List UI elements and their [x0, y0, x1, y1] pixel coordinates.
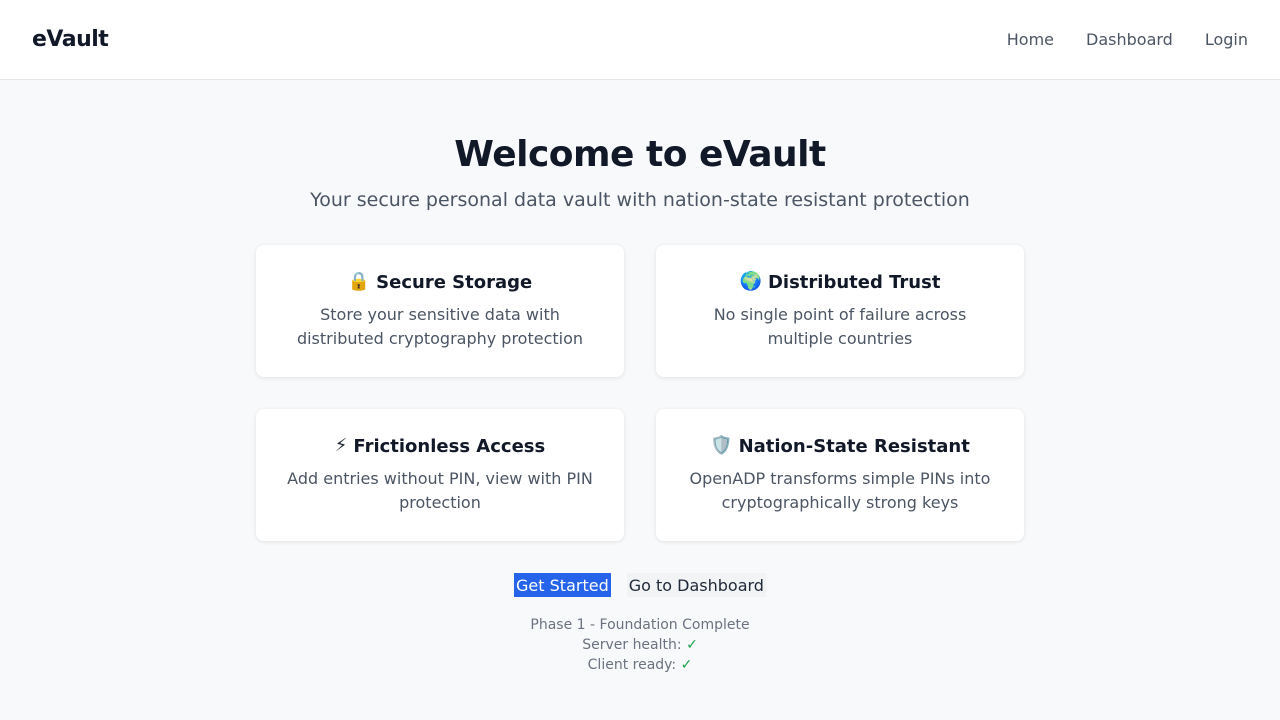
feature-description: Add entries without PIN, view with PIN p… — [287, 469, 593, 512]
feature-title: Secure Storage — [376, 271, 533, 293]
feature-title: Frictionless Access — [353, 435, 546, 457]
phase-status: Phase 1 - Foundation Complete — [530, 617, 750, 633]
feature-card-nation-state-resistant: 🛡️ Nation-State Resistant OpenADP transf… — [656, 409, 1024, 541]
globe-icon: 🌍 — [739, 271, 762, 292]
check-icon: ✓ — [680, 657, 693, 673]
status-panel: Phase 1 - Foundation Complete Server hea… — [530, 615, 749, 675]
client-ready-label: Client ready: — [587, 657, 677, 673]
feature-card-secure-storage: 🔒 Secure Storage Store your sensitive da… — [256, 245, 624, 377]
feature-grid: 🔒 Secure Storage Store your sensitive da… — [256, 245, 1024, 541]
check-icon: ✓ — [686, 637, 698, 653]
nav-link-home[interactable]: Home — [1007, 30, 1054, 49]
feature-card-distributed-trust: 🌍 Distributed Trust No single point of f… — [656, 245, 1024, 377]
server-health-label: Server health: — [582, 637, 682, 653]
lock-icon: 🔒 — [347, 271, 371, 292]
action-buttons: Get Started Go to Dashboard — [514, 573, 766, 597]
client-ready-status: Client ready: ✓ — [530, 655, 749, 675]
go-to-dashboard-button[interactable]: Go to Dashboard — [626, 573, 766, 597]
page-subtitle: Your secure personal data vault with nat… — [310, 189, 970, 211]
server-health-status: Server health: ✓ — [530, 635, 749, 655]
nav-link-dashboard[interactable]: Dashboard — [1086, 30, 1173, 49]
lightning-icon: ⚡ — [334, 435, 348, 456]
main-content: Welcome to eVault Your secure personal d… — [0, 80, 1280, 675]
feature-title: Distributed Trust — [767, 271, 941, 293]
shield-icon: 🛡️ — [710, 435, 733, 456]
feature-description: Store your sensitive data with distribut… — [296, 305, 584, 348]
feature-description: No single point of failure across multip… — [713, 305, 967, 348]
nav-links: Home Dashboard Login — [1007, 30, 1248, 49]
feature-description: OpenADP transforms simple PINs into cryp… — [689, 469, 991, 512]
nav-link-login[interactable]: Login — [1205, 30, 1248, 49]
feature-title: Nation-State Resistant — [738, 435, 970, 457]
navbar: eVault Home Dashboard Login — [0, 0, 1280, 80]
brand-logo[interactable]: eVault — [32, 27, 109, 52]
page-title: Welcome to eVault — [454, 134, 826, 175]
get-started-button[interactable]: Get Started — [514, 573, 611, 597]
feature-card-frictionless-access: ⚡ Frictionless Access Add entries withou… — [256, 409, 624, 541]
